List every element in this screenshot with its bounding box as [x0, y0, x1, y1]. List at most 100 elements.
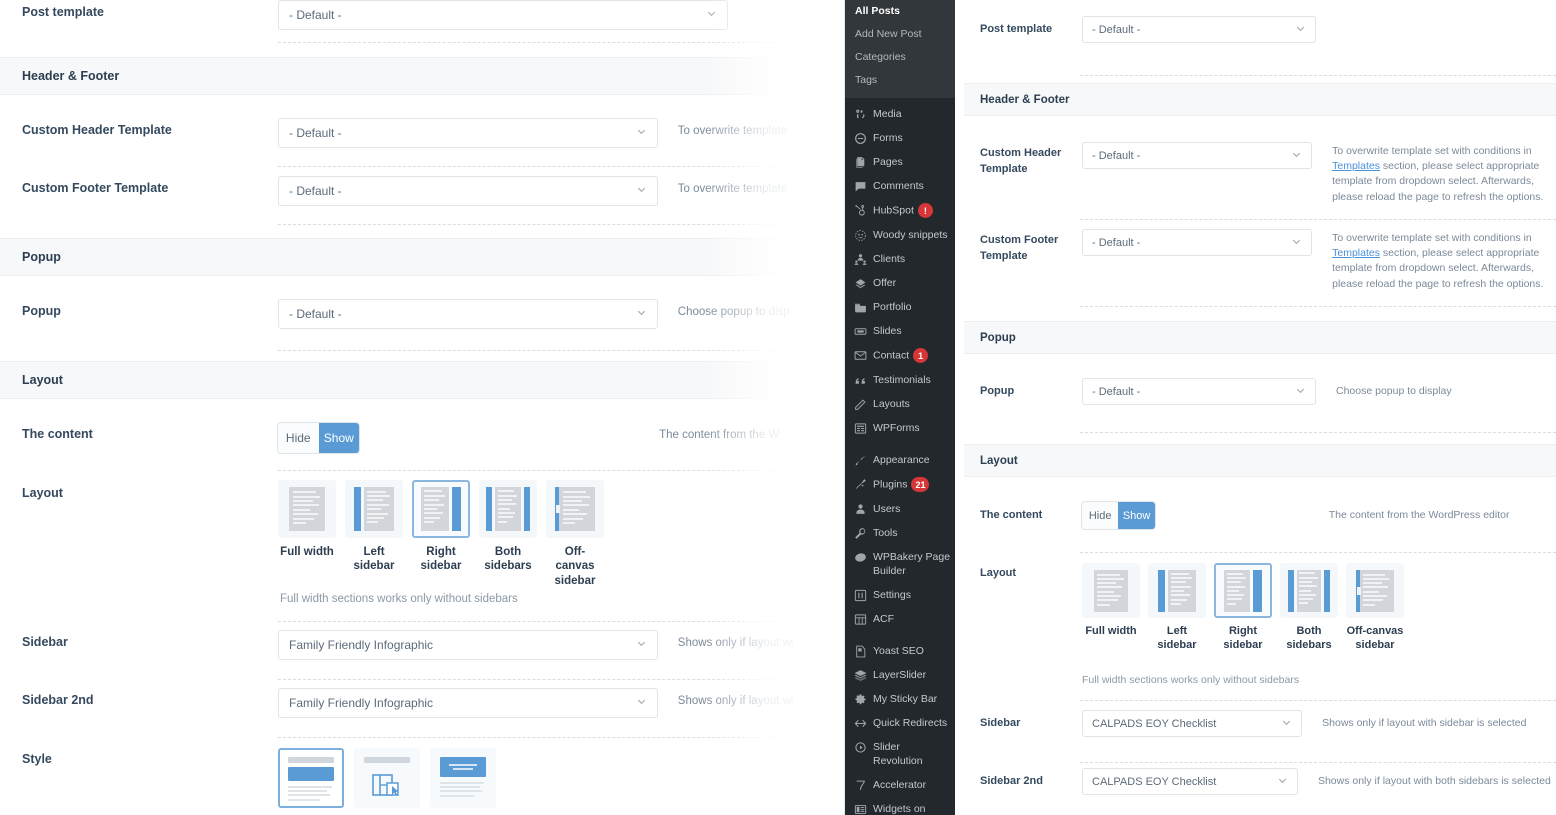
popup-select[interactable]: - Default -	[278, 299, 658, 329]
the-content-toggle[interactable]: Hide Show	[278, 423, 360, 453]
toggle-show-button[interactable]: Show	[1118, 502, 1155, 529]
menu-item-quick-redirects[interactable]: Quick Redirects	[845, 711, 955, 735]
layout-option-caption: Right sidebar	[420, 546, 462, 573]
layout-hint: Full width sections works only without s…	[280, 593, 518, 605]
menu-item-contact[interactable]: Contact 1	[845, 343, 955, 368]
field-description: Shows only if layout wi	[677, 695, 794, 707]
menu-item-comments[interactable]: Comments	[845, 174, 955, 198]
layout-option-both-sidebars[interactable]: Both sidebars	[1280, 563, 1338, 653]
layout-option-left-sidebar[interactable]: Left sidebar	[345, 480, 403, 588]
menu-item-tools[interactable]: Tools	[845, 521, 955, 545]
custom-header-template-select[interactable]: - Default -	[278, 118, 658, 148]
templates-link[interactable]: Templates	[1332, 160, 1380, 172]
menu-item-media[interactable]: Media	[845, 102, 955, 126]
menu-item-slides[interactable]: Slides	[845, 319, 955, 343]
custom-footer-template-select[interactable]: - Default -	[278, 176, 658, 206]
menu-item-layouts[interactable]: Layouts	[845, 392, 955, 416]
layout-thumb-selected[interactable]	[1214, 563, 1272, 618]
layout-thumb[interactable]	[1082, 563, 1140, 618]
layout-thumb[interactable]	[479, 480, 537, 538]
layout-option-offcanvas-sidebar[interactable]: Off-canvas sidebar	[1346, 563, 1404, 653]
field-description: Shows only if layout with both sidebars …	[1317, 775, 1551, 787]
right-options-panel: Post template - Default - Header & Foote…	[955, 0, 1556, 815]
menu-item-clients[interactable]: Clients	[845, 247, 955, 271]
menu-item-widgets-on-pages[interactable]: Widgets on Pages	[845, 797, 955, 815]
layout-thumb[interactable]	[278, 480, 336, 538]
menu-item-woody-snippets[interactable]: Woody snippets	[845, 223, 955, 247]
menu-item-label: Slides	[873, 325, 902, 337]
select-value: - Default -	[1092, 23, 1141, 36]
section-title: Layout	[980, 454, 1018, 467]
layout-option-right-sidebar[interactable]: Right sidebar	[412, 480, 470, 588]
menu-item-layerslider[interactable]: LayerSlider	[845, 663, 955, 687]
layout-option-offcanvas-sidebar[interactable]: Off-canvas sidebar	[546, 480, 604, 588]
layout-thumb[interactable]	[1148, 563, 1206, 618]
menu-item-acf[interactable]: ACF	[845, 607, 955, 631]
the-content-toggle[interactable]: Hide Show	[1082, 502, 1155, 529]
style-option-2[interactable]	[354, 748, 420, 808]
menu-item-label: Testimonials	[873, 374, 931, 386]
templates-link[interactable]: Templates	[1332, 247, 1380, 259]
style-option-3[interactable]	[430, 748, 496, 808]
chevron-down-icon	[636, 184, 647, 198]
menu-item-label: Settings	[873, 589, 911, 601]
popup-select[interactable]: - Default -	[1082, 378, 1316, 405]
toggle-hide-button[interactable]: Hide	[278, 423, 319, 453]
chevron-down-icon	[706, 8, 717, 22]
layout-thumb[interactable]	[1346, 563, 1404, 618]
menu-item-my-sticky-bar[interactable]: My Sticky Bar	[845, 687, 955, 711]
layout-option-left-sidebar[interactable]: Left sidebar	[1148, 563, 1206, 653]
submenu-item-tags[interactable]: Tags	[845, 69, 955, 92]
toggle-show-button[interactable]: Show	[318, 423, 360, 453]
layout-thumb-selected[interactable]	[412, 480, 470, 538]
layout-option-full-width[interactable]: Full width	[278, 480, 336, 588]
row-separator	[278, 166, 844, 167]
media-icon	[853, 107, 867, 121]
submenu-item-add-new-post[interactable]: Add New Post	[845, 23, 955, 46]
menu-item-wpbakery-page-builder[interactable]: WPBakery Page Builder	[845, 545, 955, 583]
menu-item-appearance[interactable]: Appearance	[845, 448, 955, 472]
menu-item-wpforms[interactable]: WPForms	[845, 416, 955, 440]
sidebar-select[interactable]: CALPADS EOY Checklist	[1082, 710, 1303, 737]
sidebar-2nd-select[interactable]: CALPADS EOY Checklist	[1082, 768, 1298, 795]
custom-header-template-select[interactable]: - Default -	[1082, 142, 1313, 169]
menu-item-settings[interactable]: Settings	[845, 583, 955, 607]
chevron-down-icon	[636, 126, 647, 140]
menu-item-pages[interactable]: Pages	[845, 150, 955, 174]
menu-item-plugins[interactable]: Plugins 21	[845, 472, 955, 497]
layout-option-both-sidebars[interactable]: Both sidebars	[479, 480, 537, 588]
sidebar-2nd-select[interactable]: Family Friendly Infographic	[278, 688, 658, 718]
menu-item-yoast-seo[interactable]: Yoast SEO	[845, 639, 955, 663]
custom-footer-template-select[interactable]: - Default -	[1082, 229, 1313, 256]
layout-option-right-sidebar[interactable]: Right sidebar	[1214, 563, 1272, 653]
tools-icon	[853, 526, 867, 540]
menu-item-portfolio[interactable]: Portfolio	[845, 295, 955, 319]
field-description: The content from the W	[659, 429, 780, 441]
submenu-item-all-posts[interactable]: All Posts	[845, 0, 955, 23]
field-label: Popup	[980, 385, 1015, 397]
row-separator	[1080, 306, 1556, 307]
layout-thumb[interactable]	[345, 480, 403, 538]
layout-thumb[interactable]	[546, 480, 604, 538]
layout-option-caption: Both sidebars	[1286, 625, 1332, 651]
menu-item-slider-revolution[interactable]: Slider Revolution	[845, 735, 955, 773]
menu-item-label: Forms	[873, 132, 903, 144]
submenu-item-categories[interactable]: Categories	[845, 46, 955, 69]
toggle-hide-button[interactable]: Hide	[1082, 502, 1119, 529]
field-label: The content	[22, 427, 93, 441]
post-template-select[interactable]: - Default -	[278, 0, 728, 30]
field-description: To overwrite template	[677, 183, 788, 195]
layout-option-caption: Off-canvas sidebar	[554, 546, 596, 587]
menu-item-testimonials[interactable]: Testimonials	[845, 368, 955, 392]
select-value: - Default -	[289, 184, 342, 198]
menu-item-users[interactable]: Users	[845, 497, 955, 521]
sidebar-select[interactable]: Family Friendly Infographic	[278, 630, 658, 660]
menu-item-accelerator[interactable]: Accelerator	[845, 773, 955, 797]
menu-item-hubspot[interactable]: HubSpot!	[845, 198, 955, 223]
menu-item-offer[interactable]: Offer	[845, 271, 955, 295]
layout-option-full-width[interactable]: Full width	[1082, 563, 1140, 653]
style-option-1[interactable]	[278, 748, 344, 808]
post-template-select[interactable]: - Default -	[1082, 16, 1316, 43]
layout-thumb[interactable]	[1280, 563, 1338, 618]
menu-item-forms[interactable]: Forms	[845, 126, 955, 150]
